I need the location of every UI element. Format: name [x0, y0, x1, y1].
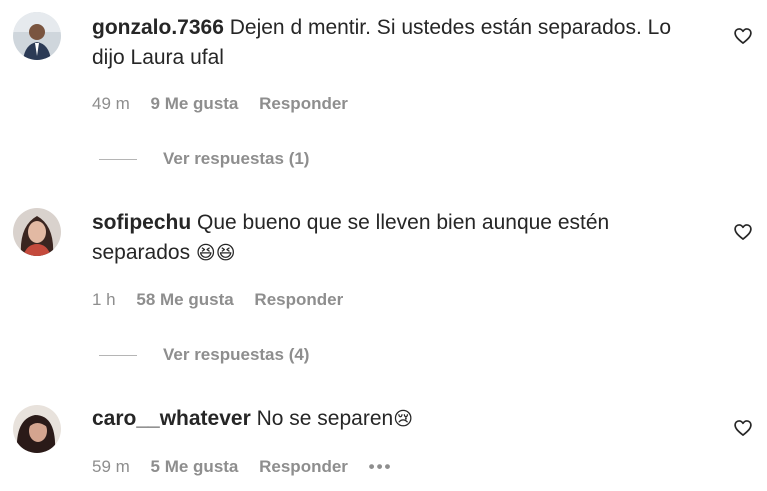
username[interactable]: caro__whatever [92, 407, 251, 430]
username[interactable]: sofipechu [92, 211, 191, 234]
avatar[interactable] [13, 405, 61, 453]
comment-text: caro__whatever No se separen😢 [92, 404, 702, 435]
comment-meta: 1 h 58 Me gusta Responder [92, 290, 359, 310]
divider [99, 355, 137, 357]
likes-count[interactable]: 5 Me gusta [151, 457, 239, 476]
reply-button[interactable]: Responder [254, 290, 343, 309]
timestamp: 49 m [92, 94, 130, 113]
view-replies-button[interactable]: Ver respuestas (1) [99, 149, 309, 169]
heart-outline-icon[interactable] [733, 418, 753, 438]
more-options-icon[interactable]: ••• [369, 457, 393, 476]
reply-button[interactable]: Responder [259, 457, 348, 476]
avatar[interactable] [13, 208, 61, 256]
view-replies-label: Ver respuestas (4) [163, 345, 310, 364]
view-replies-label: Ver respuestas (1) [163, 149, 310, 168]
avatar[interactable] [13, 12, 61, 60]
likes-count[interactable]: 9 Me gusta [151, 94, 239, 113]
timestamp: 59 m [92, 457, 130, 476]
emoji: 😆😆 [195, 243, 236, 264]
comment-text: sofipechu Que bueno que se lleven bien a… [92, 208, 702, 269]
view-replies-button[interactable]: Ver respuestas (4) [99, 345, 309, 365]
heart-outline-icon[interactable] [733, 222, 753, 242]
comment-meta: 49 m 9 Me gusta Responder [92, 94, 364, 114]
comment-text: gonzalo.7366 Dejen d mentir. Si ustedes … [92, 13, 702, 73]
comment-body: No se separen [256, 407, 394, 430]
divider [99, 159, 137, 161]
likes-count[interactable]: 58 Me gusta [136, 290, 233, 309]
emoji: 😢 [393, 409, 414, 430]
comment-meta: 59 m 5 Me gusta Responder ••• [92, 457, 409, 477]
heart-outline-icon[interactable] [733, 26, 753, 46]
reply-button[interactable]: Responder [259, 94, 348, 113]
timestamp: 1 h [92, 290, 116, 309]
username[interactable]: gonzalo.7366 [92, 16, 224, 39]
